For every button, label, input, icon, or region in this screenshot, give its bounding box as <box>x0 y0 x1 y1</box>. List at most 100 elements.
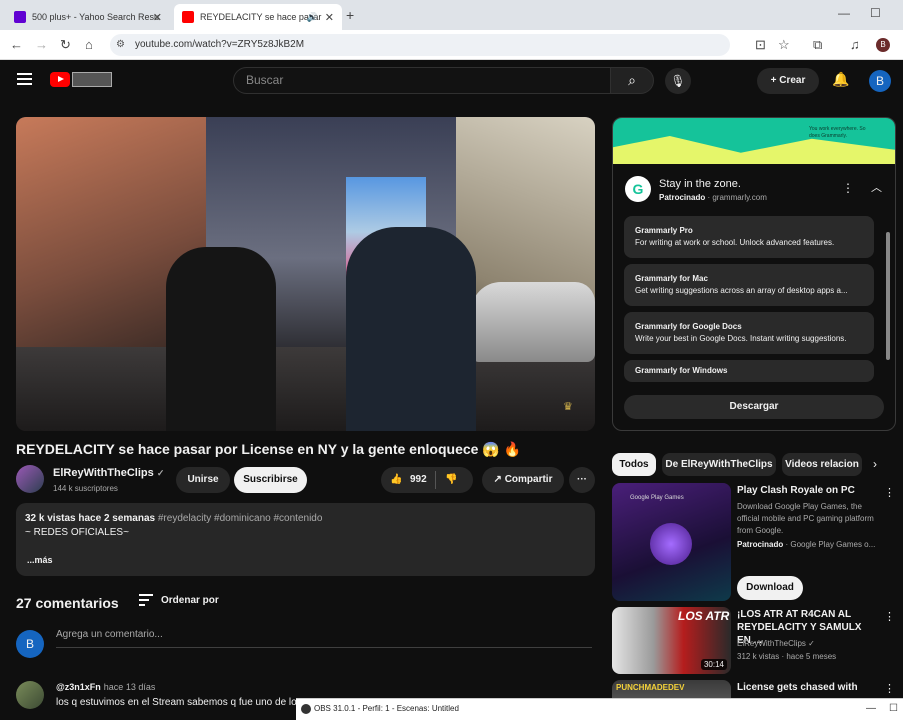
rec-channel[interactable]: ElReyWithTheClips ✓ <box>737 638 879 650</box>
rec-more-icon[interactable]: ⋮ <box>884 486 895 499</box>
forward-icon[interactable]: → <box>35 37 48 52</box>
chip-all[interactable]: Todos <box>612 453 656 476</box>
verified-icon: ✓ <box>808 639 815 648</box>
ad-card-desc: Write your best in Google Docs. Instant … <box>635 334 847 343</box>
video-duration: 30:14 <box>700 659 727 670</box>
rec-more-icon[interactable]: ⋮ <box>884 610 895 623</box>
ad-banner[interactable]: You work everywhere. So does Grammarly. <box>613 118 895 164</box>
close-tab-icon[interactable]: ✕ <box>325 11 334 24</box>
video-player[interactable]: ♛ <box>16 117 595 431</box>
ad-card[interactable]: Grammarly for Mac Get writing suggestion… <box>624 264 874 306</box>
channel-avatar[interactable] <box>16 465 44 493</box>
home-icon[interactable]: ⌂ <box>85 37 93 52</box>
install-icon[interactable]: ⊡ <box>755 37 766 53</box>
share-button[interactable]: ↗ Compartir <box>482 467 564 493</box>
account-avatar[interactable]: B <box>869 70 891 92</box>
comment-user-avatar: B <box>16 630 44 658</box>
ad-title[interactable]: Stay in the zone. <box>659 178 741 190</box>
reload-icon[interactable]: ↻ <box>60 37 71 53</box>
commenter-avatar[interactable] <box>16 681 44 709</box>
rec-thumbnail[interactable]: LOS ATR 30:14 <box>612 607 731 674</box>
obs-taskbar-window[interactable]: OBS 31.0.1 - Perfil: 1 - Escenas: Untitl… <box>296 698 903 720</box>
ad-card-heading: Grammarly for Mac <box>635 274 708 283</box>
like-button[interactable]: 👍 <box>390 467 402 493</box>
subscribe-button[interactable]: Suscribirse <box>234 467 307 493</box>
more-actions-button[interactable]: ··· <box>569 467 595 493</box>
microphone-icon[interactable]: 🎙 <box>665 68 691 94</box>
new-tab-button[interactable]: + <box>346 7 354 23</box>
ad-more-icon[interactable]: ⋮ <box>842 181 854 195</box>
close-tab-icon[interactable]: ✕ <box>153 11 162 24</box>
rec-sponsor: Patrocinado · Google Play Games o... <box>737 539 879 551</box>
show-more-link[interactable]: ...más <box>27 555 53 565</box>
audio-icon[interactable]: 🔊 <box>307 12 318 23</box>
create-button[interactable]: + Crear <box>757 68 819 94</box>
obs-title: OBS 31.0.1 - Perfil: 1 - Escenas: Untitl… <box>314 704 459 713</box>
bookmark-star-icon[interactable]: ☆ <box>778 37 790 53</box>
browser-profile-avatar[interactable]: B <box>876 38 890 52</box>
thumbnail-label: LOS ATR <box>678 609 730 623</box>
search-input[interactable]: Buscar <box>233 67 611 94</box>
join-button[interactable]: Unirse <box>176 467 230 493</box>
site-info-icon[interactable]: ⚙ <box>116 34 125 56</box>
ad-card[interactable]: Grammarly Pro For writing at work or sch… <box>624 216 874 258</box>
search-icon[interactable]: ⌕ <box>610 67 654 94</box>
comment-header: @z3n1xFn hace 13 días <box>56 682 155 692</box>
obs-icon <box>301 704 311 714</box>
scrollbar-thumb[interactable] <box>886 232 890 360</box>
rec-title[interactable]: License gets chased with <box>737 681 877 694</box>
dislike-button[interactable]: 👎 <box>445 467 457 493</box>
minimize-icon[interactable]: — <box>866 699 876 719</box>
youtube-logo[interactable] <box>50 72 70 87</box>
grammarly-logo[interactable]: G <box>625 176 651 202</box>
description-stats: 32 k vistas hace 2 semanas #reydelacity … <box>25 513 322 524</box>
chip-channel[interactable]: De ElReyWithTheClips <box>662 453 776 476</box>
chip-related[interactable]: Videos relacion <box>782 453 862 476</box>
sort-by-button[interactable]: Ordenar por <box>161 595 219 606</box>
browser-toolbar: ← → ↻ ⌂ ⚙ youtube.com/watch?v=ZRY5z8JkB2… <box>0 30 903 60</box>
like-count: 992 <box>410 474 427 485</box>
extensions-icon[interactable]: ⧉ <box>813 37 822 53</box>
channel-name[interactable]: ElReyWithTheClips ✓ <box>53 467 164 479</box>
notifications-bell-icon[interactable]: 🔔 <box>832 71 849 88</box>
crown-watermark-icon: ♛ <box>563 401 573 413</box>
chevron-right-icon[interactable]: › <box>873 457 877 471</box>
media-icon[interactable]: ♫ <box>850 37 860 52</box>
ad-download-button[interactable]: Descargar <box>624 395 884 419</box>
like-dislike-group: 👍 992 👎 <box>381 467 473 493</box>
channel-brand-logo[interactable] <box>72 72 112 87</box>
comment-author[interactable]: @z3n1xFn <box>56 682 101 692</box>
ad-card[interactable]: Grammarly for Google Docs Write your bes… <box>624 312 874 354</box>
maximize-icon[interactable]: ☐ <box>870 6 881 20</box>
ad-card-heading: Grammarly for Google Docs <box>635 322 742 331</box>
collapse-chevron-icon[interactable]: ︿ <box>871 179 882 195</box>
ad-card-heading: Grammarly for Windows <box>635 366 728 375</box>
verified-icon: ✓ <box>156 468 165 478</box>
hamburger-menu-icon[interactable] <box>17 73 32 85</box>
back-icon[interactable]: ← <box>10 37 23 52</box>
rec-title[interactable]: Play Clash Royale on PC <box>737 484 877 497</box>
sort-icon[interactable] <box>139 594 153 606</box>
comment-input[interactable]: Agrega un comentario... <box>56 629 592 648</box>
rec-download-button[interactable]: Download <box>737 576 803 600</box>
browser-tab-youtube[interactable]: REYDELACITY se hace pasar 🔊 ✕ <box>174 4 342 30</box>
tab-title: REYDELACITY se hace pasar <box>200 12 322 22</box>
description-box[interactable]: 32 k vistas hace 2 semanas #reydelacity … <box>16 503 595 576</box>
ad-scrollbar[interactable] <box>885 228 891 360</box>
browser-tab-yahoo[interactable]: 500 plus+ - Yahoo Search Resu ✕ <box>6 4 170 30</box>
comment-time[interactable]: hace 13 días <box>104 682 156 692</box>
hashtags[interactable]: #reydelacity #dominicano #contenido <box>158 513 323 524</box>
yahoo-icon <box>14 11 26 23</box>
rec-thumbnail[interactable]: Google Play Games <box>612 483 731 601</box>
ad-card[interactable]: Grammarly for Windows <box>624 360 874 382</box>
subscriber-count: 144 k suscriptores <box>53 484 118 493</box>
minimize-icon[interactable]: — <box>838 6 850 20</box>
ad-card-heading: Grammarly Pro <box>635 226 693 235</box>
rec-meta: 312 k vistas · hace 5 meses <box>737 652 837 661</box>
rec-desc: Download Google Play Games, the official… <box>737 502 874 535</box>
maximize-icon[interactable]: ☐ <box>889 699 898 719</box>
browser-tab-strip: 500 plus+ - Yahoo Search Resu ✕ REYDELAC… <box>0 0 903 30</box>
address-bar[interactable]: ⚙ youtube.com/watch?v=ZRY5z8JkB2M <box>110 34 730 56</box>
youtube-header: Buscar ⌕ 🎙 + Crear 🔔 B <box>0 60 903 102</box>
rec-more-icon[interactable]: ⋮ <box>884 682 895 695</box>
